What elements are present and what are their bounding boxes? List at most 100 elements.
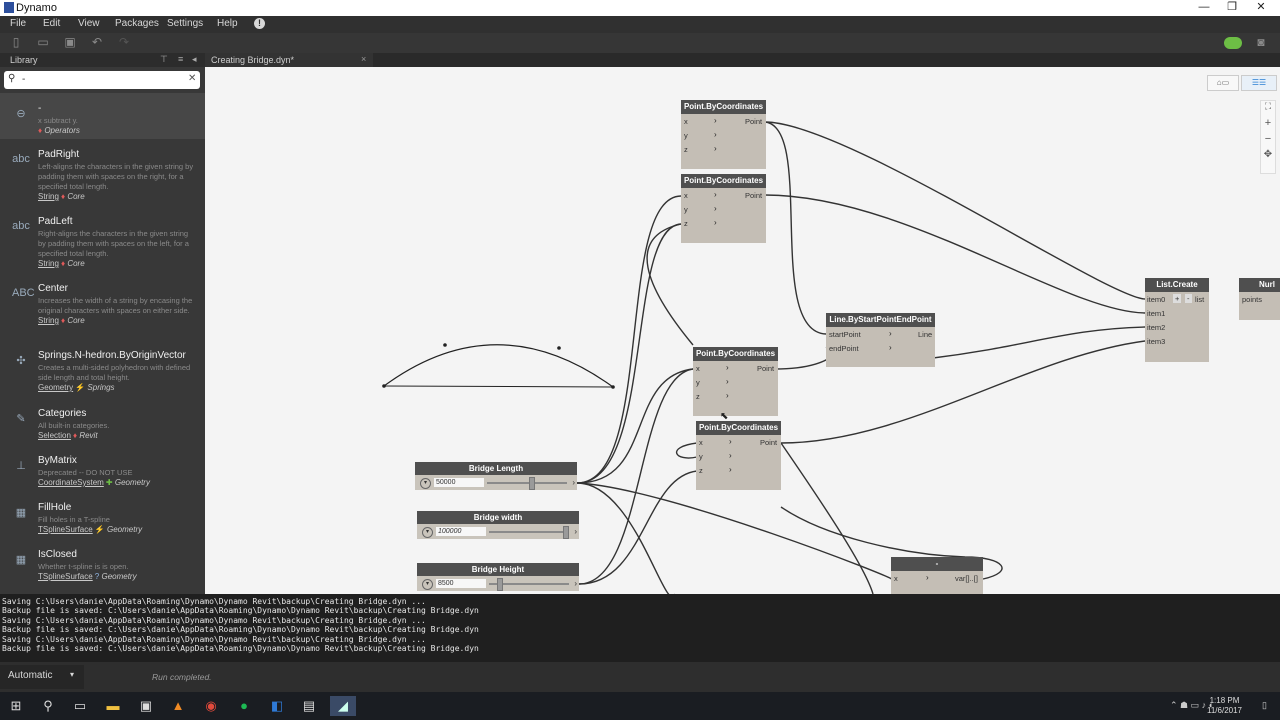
port-end-point[interactable]: endPoint: [829, 344, 859, 353]
node-line-by-start-end[interactable]: Line.ByStartPointEndPoint startPoint end…: [826, 313, 935, 367]
info-icon[interactable]: !: [254, 18, 265, 29]
chevron-down-icon[interactable]: ▾: [420, 478, 431, 489]
library-item-padright[interactable]: abc PadRight Left-aligns the characters …: [0, 149, 205, 211]
redo-icon[interactable]: ↷: [117, 36, 131, 49]
port-var-out[interactable]: var[]..[]: [955, 574, 978, 583]
slider-value[interactable]: 50000: [434, 478, 484, 487]
camera-icon[interactable]: ◙: [1254, 36, 1268, 49]
menu-packages[interactable]: Packages: [115, 18, 159, 29]
slider-thumb[interactable]: [563, 526, 570, 539]
graph-view-toggle-icon[interactable]: ☰☰: [1241, 75, 1277, 91]
port-item0[interactable]: item0: [1147, 295, 1165, 304]
port-y[interactable]: y: [684, 205, 688, 214]
save-icon[interactable]: ▣: [63, 36, 77, 49]
library-item-springs-nhedron[interactable]: ✣ Springs.N-hedron.ByOriginVector Create…: [0, 350, 205, 402]
task-view-icon[interactable]: ▭: [70, 696, 90, 716]
slider-track[interactable]: [487, 482, 567, 484]
port-z[interactable]: z: [684, 145, 688, 154]
port-z[interactable]: z: [696, 392, 700, 401]
undo-icon[interactable]: ↶: [90, 36, 104, 49]
chevron-down-icon[interactable]: ▾: [422, 579, 433, 590]
menu-edit[interactable]: Edit: [43, 18, 60, 29]
library-item-fillhole[interactable]: ▦ FillHole Fill holes in a T-spline TSpli…: [0, 502, 205, 544]
node-point-by-coordinates[interactable]: Point.ByCoordinates x y z › › › Point: [696, 421, 781, 490]
search-icon[interactable]: ⚲: [38, 696, 58, 716]
graph-canvas[interactable]: Point.ByCoordinates x y z › › › Point Po…: [205, 67, 1280, 594]
store-icon[interactable]: ▣: [136, 696, 156, 716]
port-line-out[interactable]: Line: [918, 330, 932, 339]
vlc-icon[interactable]: ▲: [168, 696, 188, 716]
cloud-publish-icon[interactable]: [1224, 37, 1242, 49]
chevron-down-icon[interactable]: ▾: [422, 527, 433, 538]
filter-icon[interactable]: ⊤: [160, 54, 168, 65]
list-view-icon[interactable]: ≡: [178, 54, 183, 64]
spotify-icon[interactable]: ●: [234, 696, 254, 716]
port-y[interactable]: y: [696, 378, 700, 387]
slider-value[interactable]: 100000: [436, 527, 486, 536]
slider-track[interactable]: [489, 531, 569, 533]
port-y[interactable]: y: [684, 131, 688, 140]
close-window-button[interactable]: ✕: [1246, 0, 1276, 16]
port-x[interactable]: x: [684, 191, 688, 200]
library-item-padleft[interactable]: abc PadLeft Right-aligns the characters …: [0, 216, 205, 278]
tab-creating-bridge[interactable]: Creating Bridge.dyn* ×: [205, 53, 373, 67]
node-nurbs-curve[interactable]: Nurl points: [1239, 278, 1280, 320]
slider-thumb[interactable]: [496, 578, 503, 591]
port-item3[interactable]: item3: [1147, 337, 1165, 346]
library-item-bymatrix[interactable]: ⊥ ByMatrix Deprecated -- DO NOT USE Coord…: [0, 455, 205, 497]
node-point-by-coordinates[interactable]: Point.ByCoordinates x y z › › › Point: [681, 100, 766, 169]
clear-search-icon[interactable]: ✕: [188, 73, 196, 84]
port-x[interactable]: x: [684, 117, 688, 126]
port-x[interactable]: x: [699, 438, 703, 447]
dynamo-taskbar-icon[interactable]: ◢: [330, 696, 356, 716]
slider-bridge-length[interactable]: Bridge Length ▾ 50000 ›: [415, 462, 577, 490]
zoom-fit-icon[interactable]: ⛶: [1261, 101, 1275, 117]
port-y[interactable]: y: [699, 452, 703, 461]
library-search-box[interactable]: ⚲ - ✕: [4, 71, 200, 89]
app-window-icon[interactable]: ▤: [299, 696, 319, 716]
node-subtract[interactable]: - x › var[]..[]: [891, 557, 983, 594]
clock[interactable]: 1:18 PM 11/6/2017: [1207, 696, 1242, 716]
node-list-create[interactable]: List.Create item0 item1 item2 item3 + - …: [1145, 278, 1209, 362]
menu-help[interactable]: Help: [217, 18, 238, 29]
background-preview-toggle-icon[interactable]: ⌂▭: [1207, 75, 1239, 91]
port-point-out[interactable]: Point: [757, 364, 774, 373]
port-x[interactable]: x: [696, 364, 700, 373]
zoom-in-icon[interactable]: +: [1261, 117, 1275, 133]
port-x[interactable]: x: [894, 574, 898, 583]
port-item1[interactable]: item1: [1147, 309, 1165, 318]
add-input-button[interactable]: +: [1173, 294, 1182, 303]
library-item-center[interactable]: ABC Center Increases the width of a stri…: [0, 283, 205, 345]
port-list-out[interactable]: list: [1195, 295, 1204, 304]
port-points[interactable]: points: [1242, 295, 1262, 304]
library-item-isclosed[interactable]: ▦ IsClosed Whether t-spline is is open. T…: [0, 549, 205, 591]
chrome-icon[interactable]: ◉: [201, 696, 221, 716]
port-start-point[interactable]: startPoint: [829, 330, 861, 339]
port-point-out[interactable]: Point: [760, 438, 777, 447]
collapse-library-icon[interactable]: ◂: [192, 54, 197, 65]
port-z[interactable]: z: [699, 466, 703, 475]
outlook-icon[interactable]: ◧: [267, 696, 287, 716]
library-item-subtract[interactable]: ⊖ - x subtract y. ♦ Operators: [0, 103, 205, 143]
slider-bridge-height[interactable]: Bridge Height ▾ 8500 ›: [417, 563, 579, 591]
slider-value[interactable]: 8500: [436, 579, 486, 588]
node-point-by-coordinates[interactable]: Point.ByCoordinates x y z › › › Point: [681, 174, 766, 243]
port-point-out[interactable]: Point: [745, 191, 762, 200]
zoom-out-icon[interactable]: −: [1261, 133, 1275, 149]
node-point-by-coordinates[interactable]: Point.ByCoordinates x y z › › › Point: [693, 347, 778, 416]
port-z[interactable]: z: [684, 219, 688, 228]
restore-button[interactable]: ❐: [1217, 0, 1247, 16]
pan-icon[interactable]: ✥: [1261, 149, 1275, 165]
menu-view[interactable]: View: [78, 18, 100, 29]
port-item2[interactable]: item2: [1147, 323, 1165, 332]
search-input[interactable]: -: [22, 74, 25, 85]
windows-start-icon[interactable]: ⊞: [6, 696, 26, 716]
menu-settings[interactable]: Settings: [167, 18, 203, 29]
port-point-out[interactable]: Point: [745, 117, 762, 126]
open-file-icon[interactable]: ▭: [36, 36, 50, 49]
notifications-icon[interactable]: ▯: [1262, 700, 1267, 711]
remove-input-button[interactable]: -: [1185, 294, 1192, 303]
file-explorer-icon[interactable]: ▬: [103, 696, 123, 716]
library-item-categories[interactable]: ✎ Categories All built-in categories. Sel…: [0, 408, 205, 450]
new-file-icon[interactable]: ▯: [9, 36, 23, 49]
